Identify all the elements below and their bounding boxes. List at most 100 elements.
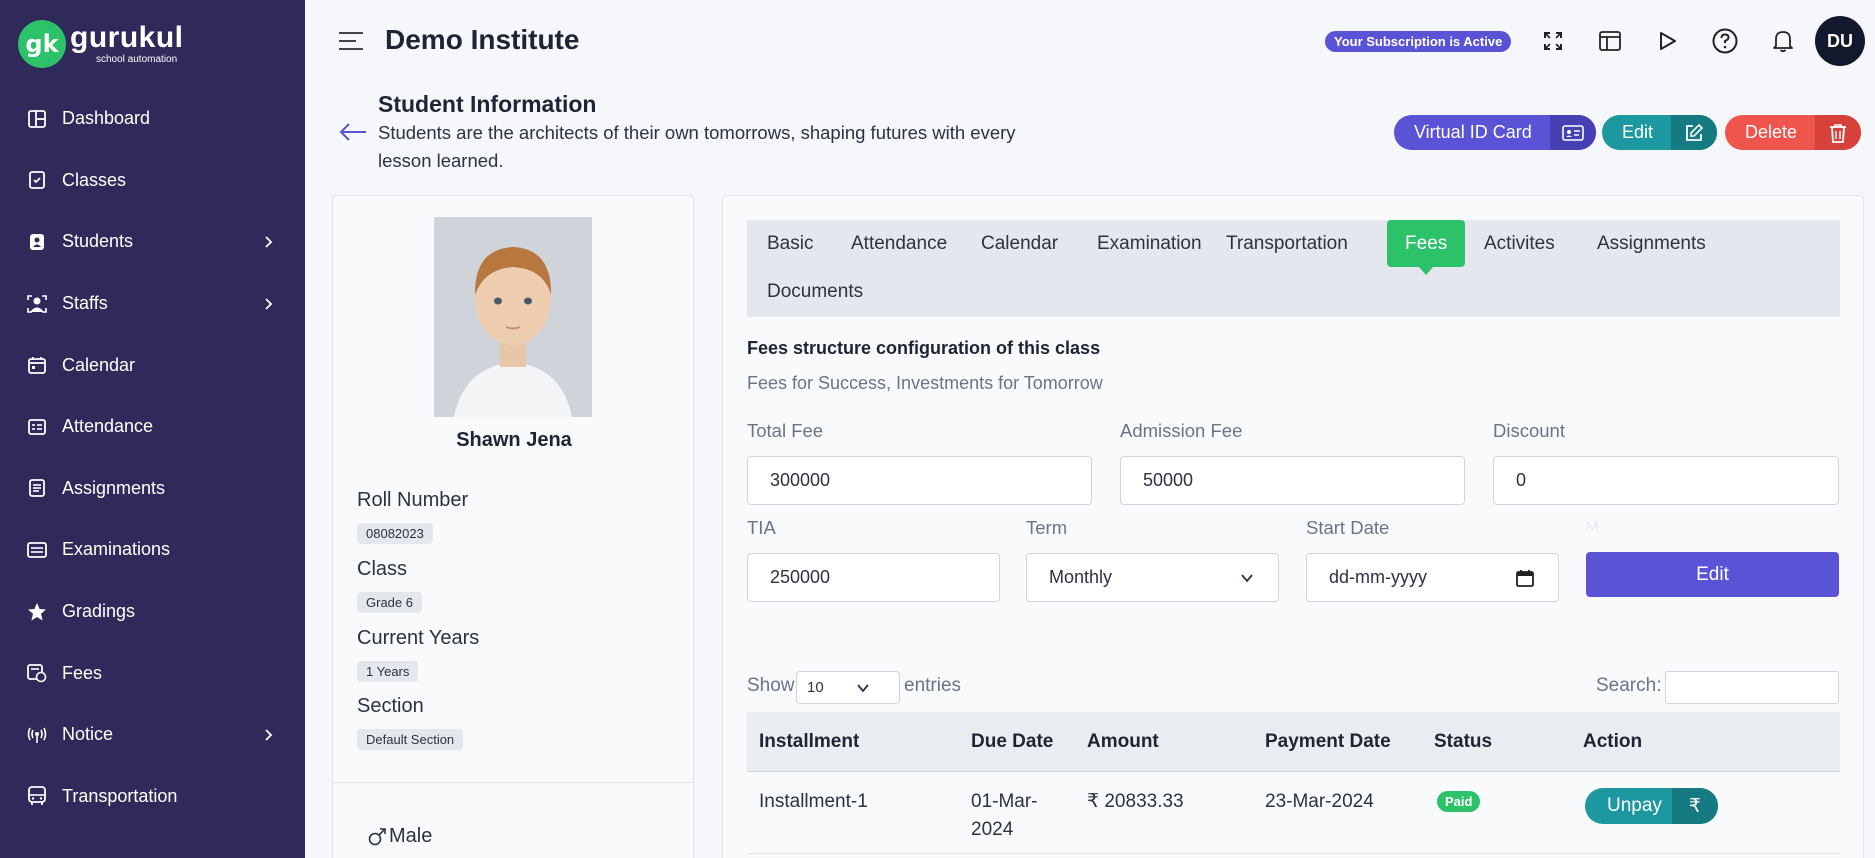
help-icon[interactable]	[1710, 26, 1740, 56]
search-input[interactable]	[1665, 671, 1839, 704]
sidebar-item-calendar[interactable]: Calendar	[0, 334, 305, 396]
column-header[interactable]: Action	[1583, 731, 1642, 753]
sidebar-item-label: Students	[62, 231, 134, 252]
amount-cell: ₹ 20833.33	[1087, 791, 1184, 812]
delete-student-button[interactable]: Delete	[1725, 115, 1862, 150]
column-header[interactable]: Payment Date	[1265, 731, 1391, 753]
term-select[interactable]: Monthly	[1026, 553, 1279, 602]
subscription-badge: Your Subscription is Active	[1325, 31, 1512, 52]
tab-basic[interactable]: Basic	[747, 220, 833, 267]
play-icon[interactable]	[1652, 26, 1682, 56]
fullscreen-icon[interactable]	[1538, 26, 1568, 56]
column-header[interactable]: Due Date	[971, 731, 1053, 753]
chevron-right-icon	[265, 729, 273, 741]
brand-tagline: school automation	[96, 54, 178, 65]
star-icon	[26, 601, 48, 623]
fees-edit-button[interactable]: Edit	[1586, 552, 1839, 597]
back-arrow-icon[interactable]	[338, 118, 368, 146]
sidebar-item-label: Notice	[62, 724, 114, 745]
page-size-value: 10	[807, 679, 824, 696]
sidebar-item-label: Staffs	[62, 293, 108, 314]
payment-date-cell: 23-Mar-2024	[1265, 791, 1374, 812]
tab-transportation[interactable]: Transportation	[1206, 220, 1368, 267]
student-photo	[434, 217, 592, 417]
calendar-icon[interactable]	[1516, 569, 1534, 587]
tab-documents[interactable]: Documents	[747, 268, 883, 315]
edit-student-label: Edit	[1622, 122, 1654, 142]
sidebar-nav: Dashboard Classes Students Staffs Calend…	[0, 88, 305, 827]
layout-icon[interactable]	[1595, 26, 1625, 56]
column-header[interactable]: Status	[1434, 731, 1492, 753]
bus-icon	[26, 785, 48, 807]
sidebar-item-classes[interactable]: Classes	[0, 150, 305, 212]
sidebar-item-label: Fees	[62, 662, 103, 683]
id-card-icon	[1549, 115, 1596, 150]
total-fee-input[interactable]: 300000	[747, 456, 1092, 505]
sidebar-item-attendance[interactable]: Attendance	[0, 396, 305, 458]
sidebar-item-students[interactable]: Students	[0, 211, 305, 273]
fees-icon	[26, 662, 48, 684]
tab-fees[interactable]: Fees	[1387, 220, 1466, 275]
calendar-icon	[26, 354, 48, 376]
user-avatar[interactable]: DU	[1815, 16, 1865, 66]
table-row: Installment-1 01-Mar-2024 ₹ 20833.33 23-…	[747, 772, 1840, 854]
virtual-id-card-label: Virtual ID Card	[1414, 122, 1532, 142]
male-icon	[368, 827, 386, 845]
sidebar-item-staffs[interactable]: Staffs	[0, 273, 305, 335]
sidebar-item-fees[interactable]: Fees	[0, 642, 305, 704]
sidebar-item-assignments[interactable]: Assignments	[0, 458, 305, 520]
gender-info: Male	[367, 825, 432, 848]
virtual-id-card-button[interactable]: Virtual ID Card	[1394, 115, 1596, 150]
tab-examination[interactable]: Examination	[1077, 220, 1222, 267]
column-header[interactable]: Installment	[759, 731, 859, 753]
brand-name: gurukul	[70, 21, 184, 54]
page-subtitle: Students are the architects of their own…	[378, 122, 1016, 171]
edit-student-button[interactable]: Edit	[1602, 115, 1718, 150]
term-label: Term	[1026, 517, 1068, 538]
class-label: Class	[357, 558, 408, 580]
tab-assignments[interactable]: Assignments	[1577, 220, 1726, 267]
tia-label: TIA	[747, 517, 776, 538]
section-badge: Default Section	[357, 729, 464, 750]
tab-activites[interactable]: Activites	[1464, 220, 1575, 267]
current-years-label: Current Years	[357, 627, 480, 649]
chevron-down-icon	[1241, 574, 1253, 583]
section-label: Section	[357, 695, 424, 717]
delete-student-label: Delete	[1745, 122, 1798, 142]
sidebar-item-label: Dashboard	[62, 108, 151, 129]
admission-fee-input[interactable]: 50000	[1120, 456, 1465, 505]
tab-calendar[interactable]: Calendar	[961, 220, 1078, 267]
bell-icon[interactable]	[1768, 26, 1798, 56]
brand-logo[interactable]: gk gurukul school automation	[18, 20, 184, 68]
hamburger-menu-icon[interactable]	[338, 30, 364, 52]
faint-label: M	[1586, 518, 1599, 535]
discount-input[interactable]: 0	[1493, 456, 1839, 505]
current-years-badge: 1 Years	[357, 661, 419, 682]
chevron-right-icon	[265, 297, 273, 310]
sidebar-item-notice[interactable]: Notice	[0, 704, 305, 766]
table-header: Installment Due Date Amount Payment Date…	[747, 712, 1840, 772]
start-date-label: Start Date	[1306, 517, 1390, 538]
sidebar-item-transportation[interactable]: Transportation	[0, 766, 305, 828]
student-tabs: Basic Attendance Calendar Examination Tr…	[747, 220, 1840, 317]
student-profile-card: Shawn Jena Roll Number 08082023 Class Gr…	[332, 195, 694, 858]
discount-label: Discount	[1493, 420, 1565, 441]
sidebar-item-gradings[interactable]: Gradings	[0, 581, 305, 643]
tia-input[interactable]: 250000	[747, 553, 1000, 602]
sidebar-item-examinations[interactable]: Examinations	[0, 519, 305, 581]
sidebar-item-label: Attendance	[62, 416, 154, 437]
tab-attendance[interactable]: Attendance	[831, 220, 967, 267]
sidebar-item-dashboard[interactable]: Dashboard	[0, 88, 305, 150]
search-label: Search:	[1596, 675, 1662, 696]
assignments-icon	[26, 477, 48, 499]
divider	[333, 782, 693, 783]
examinations-icon	[26, 539, 48, 561]
start-date-input[interactable]: dd-mm-yyyy	[1306, 553, 1559, 602]
page-size-select[interactable]: 10	[796, 671, 900, 704]
trash-icon	[1815, 115, 1862, 150]
student-detail-card: Basic Attendance Calendar Examination Tr…	[722, 195, 1864, 858]
unpay-button[interactable]: Unpay ₹	[1585, 788, 1718, 824]
column-header[interactable]: Amount	[1087, 731, 1159, 753]
edit-icon	[1671, 115, 1718, 150]
sidebar-item-label: Calendar	[62, 354, 136, 375]
